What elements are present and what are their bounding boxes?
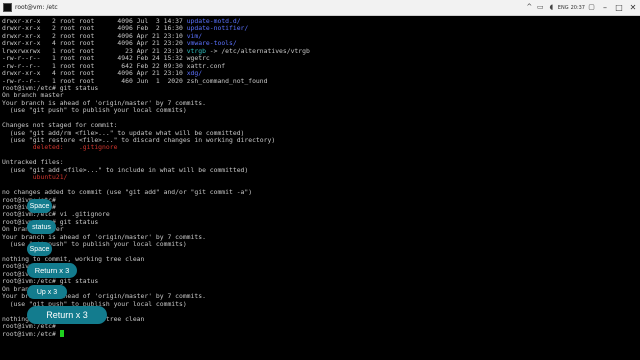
terminal-line: (use "git push" to publish your local co… xyxy=(2,107,638,114)
terminal-line: no changes added to commit (use "git add… xyxy=(2,188,638,196)
keyboard-layout[interactable]: ENG xyxy=(558,5,569,11)
minimize-button[interactable]: – xyxy=(598,0,612,16)
terminal-text: -> /etc/alternatives/vtrgb xyxy=(205,46,310,55)
close-button[interactable]: ✕ xyxy=(626,0,640,16)
terminal-text: deleted: .gitignore xyxy=(2,143,118,152)
terminal-line: (use "git push" to publish your local co… xyxy=(2,240,638,248)
keystroke-badge: Space xyxy=(27,199,52,213)
terminal-text: (use "git push" to publish your local co… xyxy=(2,106,187,115)
clock[interactable]: 20:37 xyxy=(571,5,585,11)
terminal-line: root@ivm:/etc# xyxy=(2,322,638,330)
network-icon[interactable]: ▭ xyxy=(536,3,545,12)
window-titlebar[interactable]: root@vm: /etc ^ ▭ ◖ ENG 20:37 ▢ – □ ✕ xyxy=(0,0,640,16)
terminal-text: ubuntu21/ xyxy=(2,173,68,182)
keystroke-badge: Space xyxy=(27,242,52,256)
notification-icon[interactable]: ▢ xyxy=(587,3,596,12)
terminal-line: root@ivm:/etc# xyxy=(2,263,638,270)
speaker-icon[interactable]: ◖ xyxy=(547,3,556,12)
terminal-line: root@ivm:/etc# git status xyxy=(2,278,638,285)
terminal-cursor xyxy=(59,330,64,338)
terminal-app-icon xyxy=(3,3,12,12)
keystroke-badge: Return x 3 xyxy=(27,263,77,278)
terminal-text: root@ivm:/etc# xyxy=(2,330,60,339)
system-tray: ^ ▭ ◖ ENG 20:37 ▢ xyxy=(525,3,596,12)
window-title: root@vm: /etc xyxy=(15,4,58,11)
terminal-line: root@ivm:/etc# xyxy=(2,196,638,204)
keystroke-badge: status xyxy=(27,220,56,234)
terminal-line: root@ivm:/etc# git status xyxy=(2,84,638,92)
terminal-line: root@ivm:/etc# xyxy=(2,330,638,339)
terminal-line: nothing to commit, working tree clean xyxy=(2,255,638,263)
chevron-up-icon[interactable]: ^ xyxy=(525,3,534,12)
keystroke-badge: Return x 3 xyxy=(27,306,107,324)
maximize-button[interactable]: □ xyxy=(612,0,626,16)
keystroke-badge: Up x 3 xyxy=(27,285,67,299)
terminal-line: ubuntu21/ xyxy=(2,173,638,182)
terminal-line: deleted: .gitignore xyxy=(2,144,638,151)
terminal-line: (use "git add <file>..." to include in w… xyxy=(2,166,638,174)
terminal-line: root@ivm:/etc# git status xyxy=(2,218,638,226)
